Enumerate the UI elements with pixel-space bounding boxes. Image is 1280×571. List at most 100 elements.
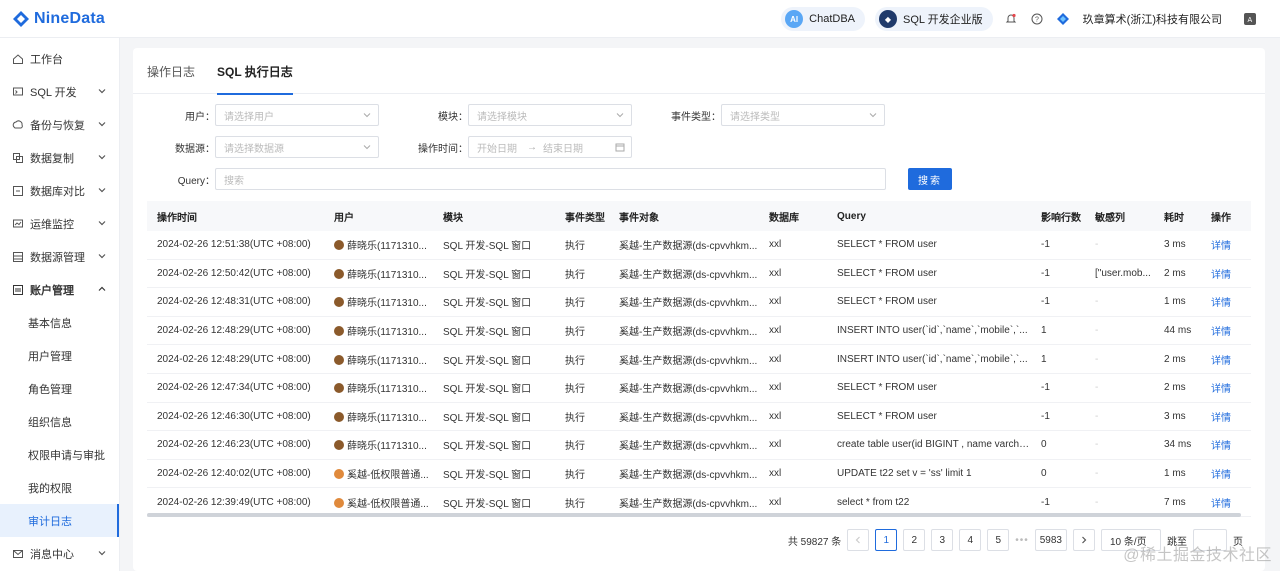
sidebar-sub-audit-log[interactable]: 审计日志	[0, 504, 119, 537]
chatdba-icon: AI	[785, 10, 804, 28]
query-cell: SELECT * FROM user	[837, 296, 937, 308]
time-cell: 2024-02-26 12:46:23(UTC +08:00)	[157, 439, 311, 451]
event-type-cell: 执行	[565, 355, 585, 367]
last-page-button[interactable]: 5983	[1034, 529, 1067, 551]
datasource-select[interactable]: 请选择数据源	[215, 136, 379, 158]
detail-link[interactable]: 详情	[1201, 352, 1251, 367]
detail-link[interactable]: 详情	[1201, 380, 1251, 395]
end-date-input[interactable]: 结束日期	[543, 140, 583, 155]
event-type-cell: 执行	[565, 269, 585, 281]
event-target-cell: 奚越-生产数据源(ds-cpvvhkm...	[619, 327, 758, 339]
sidebar-sub-user-management[interactable]: 用户管理	[0, 339, 119, 372]
time-cell: 2024-02-26 12:50:42(UTC +08:00)	[157, 267, 311, 279]
event-type-cell: 执行	[565, 412, 585, 424]
monitor-icon	[12, 218, 24, 230]
column-header: 数据库	[769, 212, 799, 224]
detail-link[interactable]: 详情	[1201, 409, 1251, 424]
event-target-cell: 奚越-生产数据源(ds-cpvvhkm...	[619, 412, 758, 424]
chatdba-button[interactable]: AI ChatDBA	[781, 7, 865, 31]
sidebar-sub-basic-info[interactable]: 基本信息	[0, 306, 119, 339]
time-cell: 2024-02-26 12:48:31(UTC +08:00)	[157, 296, 311, 308]
date-range-picker[interactable]: 开始日期 → 结束日期	[468, 136, 632, 158]
avatar	[334, 326, 344, 337]
table-row: 2024-02-26 12:46:30(UTC +08:00) 薛晓乐(11713…	[147, 403, 1251, 432]
sql-edition-button[interactable]: ◆ SQL 开发企业版	[875, 7, 993, 31]
start-date-input[interactable]: 开始日期	[477, 140, 517, 155]
page-1-button[interactable]: 1	[875, 529, 898, 551]
app-logo[interactable]: NineData	[12, 10, 105, 28]
event-type-select[interactable]: 请选择类型	[721, 104, 885, 126]
sensitive-columns-cell: -	[1095, 410, 1099, 422]
detail-link[interactable]: 详情	[1201, 495, 1251, 510]
notification-bell-icon[interactable]	[1003, 11, 1019, 27]
calendar-icon	[615, 143, 625, 152]
event-target-cell: 奚越-生产数据源(ds-cpvvhkm...	[619, 498, 758, 510]
user-cell: 薛晓乐(1171310...	[324, 294, 433, 309]
sensitive-columns-cell: -	[1095, 382, 1099, 394]
database-cell: xxl	[769, 296, 782, 308]
sidebar-item-backup[interactable]: 备份与恢复	[0, 108, 119, 141]
sidebar-item-workbench[interactable]: 工作台	[0, 42, 119, 75]
sidebar-sub-permission-approval[interactable]: 权限申请与审批	[0, 438, 119, 471]
search-button[interactable]: 搜索	[908, 168, 952, 190]
tab-operation-log[interactable]: 操作日志	[147, 48, 195, 94]
sidebar-sub-my-permissions[interactable]: 我的权限	[0, 471, 119, 504]
sensitive-columns-cell: ["user.mob...	[1095, 267, 1151, 279]
help-icon[interactable]: ?	[1029, 11, 1045, 27]
sidebar-item-account[interactable]: 账户管理	[0, 273, 119, 306]
event-type-filter-label: 事件类型：	[671, 111, 721, 123]
sidebar-item-message-center[interactable]: 消息中心	[0, 537, 119, 570]
sidebar-item-datasource[interactable]: 数据源管理	[0, 240, 119, 273]
detail-link[interactable]: 详情	[1201, 266, 1251, 281]
event-type-cell: 执行	[565, 241, 585, 253]
column-header: 用户	[334, 212, 354, 224]
column-header: 耗时	[1164, 212, 1184, 224]
sidebar-item-label: 消息中心	[30, 548, 74, 561]
module-cell: SQL 开发-SQL 窗口	[443, 498, 532, 510]
detail-link[interactable]: 详情	[1201, 466, 1251, 481]
language-switch-icon[interactable]: A	[1242, 11, 1258, 27]
horizontal-scrollbar[interactable]	[147, 513, 1241, 517]
query-cell: UPDATE t22 set v = 'ss' limit 1	[837, 468, 972, 480]
avatar	[334, 297, 344, 308]
module-select[interactable]: 请选择模块	[468, 104, 632, 126]
detail-link[interactable]: 详情	[1201, 237, 1251, 252]
query-search-input[interactable]: 搜索	[215, 168, 886, 190]
page-3-button[interactable]: 3	[931, 529, 954, 551]
page-5-button[interactable]: 5	[987, 529, 1010, 551]
tab-sql-execution-log[interactable]: SQL 执行日志	[217, 48, 293, 95]
event-target-cell: 奚越-生产数据源(ds-cpvvhkm...	[619, 384, 758, 396]
column-header: 事件类型	[565, 212, 605, 224]
datasource-select-placeholder: 请选择数据源	[224, 143, 284, 155]
affected-rows-cell: -1	[1041, 239, 1050, 251]
sidebar-sub-org-info[interactable]: 组织信息	[0, 405, 119, 438]
column-header: 敏感列	[1095, 212, 1125, 224]
time-cell: 2024-02-26 12:48:29(UTC +08:00)	[157, 325, 311, 337]
user-select[interactable]: 请选择用户	[215, 104, 379, 126]
duration-cell: 7 ms	[1164, 496, 1186, 508]
chevron-down-icon	[98, 122, 106, 127]
sidebar-item-monitoring[interactable]: 运维监控	[0, 207, 119, 240]
datasource-filter-label: 数据源：	[175, 143, 215, 155]
page-2-button[interactable]: 2	[903, 529, 926, 551]
duration-cell: 2 ms	[1164, 353, 1186, 365]
company-name[interactable]: 玖章算术(浙江)科技有限公司	[1083, 11, 1222, 27]
prev-page-button[interactable]	[847, 529, 870, 551]
user-name: 薛晓乐(1171310...	[347, 241, 427, 253]
module-cell: SQL 开发-SQL 窗口	[443, 441, 532, 453]
next-page-button[interactable]	[1073, 529, 1095, 551]
sidebar-item-db-compare[interactable]: 数据库对比	[0, 174, 119, 207]
sidebar-sub-role-management[interactable]: 角色管理	[0, 372, 119, 405]
user-cell: 薛晓乐(1171310...	[324, 352, 433, 367]
event-type-cell: 执行	[565, 327, 585, 339]
page-4-button[interactable]: 4	[959, 529, 982, 551]
detail-link[interactable]: 详情	[1201, 323, 1251, 338]
detail-link[interactable]: 详情	[1201, 437, 1251, 452]
query-cell: SELECT * FROM user	[837, 382, 937, 394]
affected-rows-cell: -1	[1041, 296, 1050, 308]
detail-link[interactable]: 详情	[1201, 294, 1251, 309]
duration-cell: 1 ms	[1164, 296, 1186, 308]
sidebar-item-replication[interactable]: 数据复制	[0, 141, 119, 174]
page-ellipsis[interactable]: •••	[1015, 535, 1029, 546]
sidebar-item-sql-dev[interactable]: SQL 开发	[0, 75, 119, 108]
